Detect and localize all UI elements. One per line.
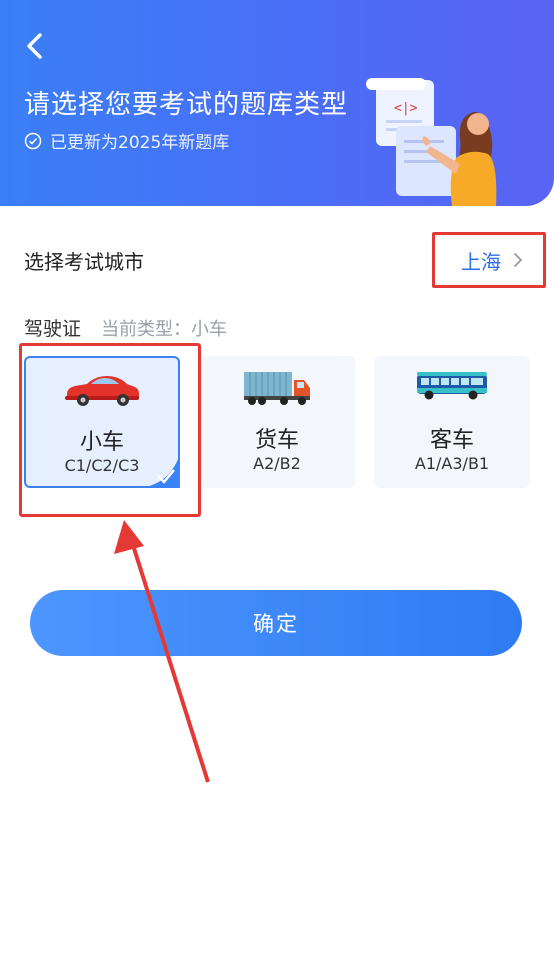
page-title: 请选择您要考试的题库类型 [24, 90, 349, 120]
city-name: 上海 [461, 249, 501, 274]
back-arrow-icon[interactable] [18, 28, 54, 64]
vehicle-name: 客车 [429, 428, 474, 453]
car-icon [65, 376, 139, 406]
truck-icon [244, 372, 310, 405]
license-codes: A2/B2 [253, 454, 301, 473]
current-type-label: 当前类型：小车 [101, 319, 228, 340]
vehicle-option-car[interactable]: 小车 C1/C2/C3 [24, 356, 180, 488]
vehicle-name: 小车 [79, 430, 124, 455]
license-codes: A1/A3/B1 [414, 454, 490, 473]
exam-city-label: 选择考试城市 [24, 250, 144, 274]
confirm-button[interactable]: 确定 [30, 590, 522, 656]
vehicle-option-truck[interactable]: 货车 A2/B2 [199, 356, 355, 488]
selected-check-icon [140, 454, 180, 488]
license-type-row: 驾驶证 当前类型：小车 [24, 314, 227, 341]
vehicle-option-bus[interactable]: 客车 A1/A3/B1 [374, 356, 530, 488]
bus-icon [417, 372, 487, 400]
city-selector[interactable]: 上海 [432, 232, 546, 288]
update-notice-text: 已更新为2025年新题库 [50, 133, 230, 153]
header-banner: 请选择您要考试的题库类型 已更新为2025年新题库 <|> [0, 0, 554, 206]
chevron-right-icon [514, 253, 523, 267]
svg-text:<|>: <|> [394, 101, 418, 116]
exam-city-row: 选择考试城市 上海 [0, 228, 554, 292]
vehicle-name: 货车 [254, 428, 299, 453]
license-label: 驾驶证 [24, 318, 82, 340]
check-circle-icon [24, 132, 42, 149]
woman-document-illustration: <|> [366, 78, 497, 206]
update-notice: 已更新为2025年新题库 [24, 128, 229, 153]
